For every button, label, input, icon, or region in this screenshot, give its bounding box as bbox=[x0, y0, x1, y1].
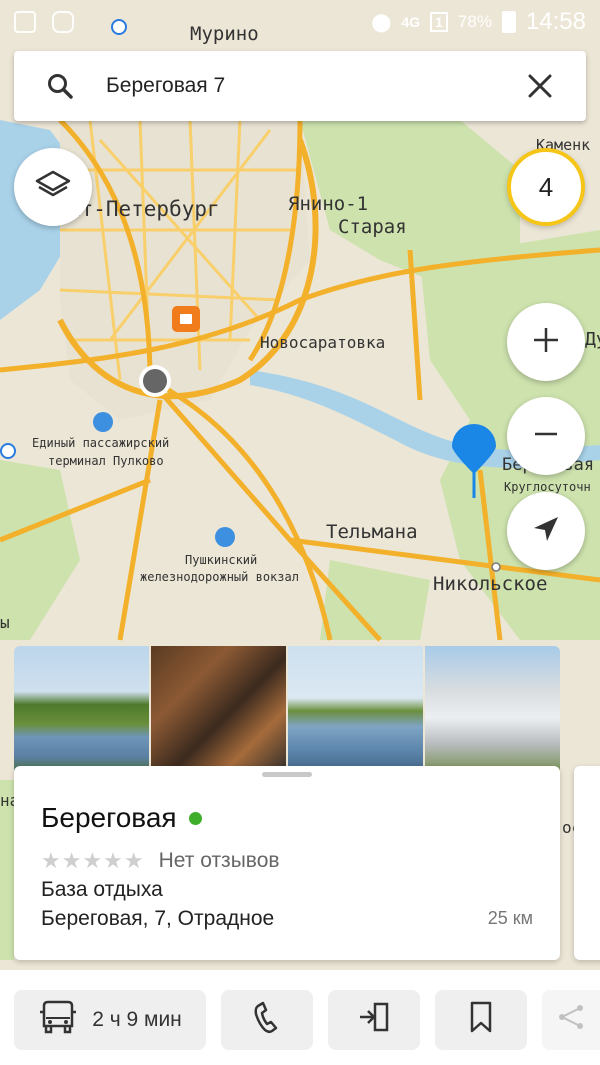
label-dub: Дуб bbox=[585, 329, 600, 350]
rating-stars: ★★★★★ bbox=[41, 848, 145, 873]
bookmark-button[interactable] bbox=[435, 990, 527, 1050]
reviews-count: Нет отзывов bbox=[158, 849, 280, 872]
place-distance: 25 км bbox=[487, 908, 533, 928]
network-type: 4G bbox=[401, 14, 421, 30]
label-telmana: Тельмана bbox=[326, 521, 418, 543]
next-card-peek[interactable] bbox=[574, 766, 600, 960]
car-icon bbox=[38, 1000, 78, 1040]
zoom-out-button[interactable] bbox=[507, 397, 585, 475]
place-category: База отдыха bbox=[41, 878, 163, 901]
rating[interactable]: ★★★★★ Нет отзывов bbox=[41, 848, 280, 874]
location-icon: ⬤ bbox=[371, 11, 392, 32]
label-yanino: Янино-1 bbox=[288, 193, 368, 215]
label-pushkin-2: железнодорожный вокзал bbox=[140, 570, 299, 584]
instagram-icon bbox=[52, 11, 74, 33]
layers-button[interactable] bbox=[14, 148, 92, 226]
label-staraya: Старая bbox=[338, 216, 407, 238]
status-bar-notifications bbox=[14, 11, 74, 33]
photo-embankment[interactable] bbox=[288, 646, 423, 776]
sim-indicator: 1 bbox=[430, 12, 448, 32]
phone-icon bbox=[253, 1000, 281, 1040]
label-nikolskoe: Никольское bbox=[433, 573, 547, 595]
battery-icon bbox=[501, 11, 516, 33]
label-edge-left: ы bbox=[0, 613, 10, 632]
status-bar: ⬤ 4G 1 78% 14:58 bbox=[0, 0, 600, 44]
entrance-icon bbox=[357, 1000, 391, 1040]
photo-lake-tree[interactable] bbox=[14, 646, 149, 776]
route-duration: 2 ч 9 мин bbox=[92, 1008, 182, 1031]
search-input[interactable]: Береговая 7 bbox=[106, 74, 494, 98]
call-button[interactable] bbox=[221, 990, 313, 1050]
label-novosaratovka: Новосаратовка bbox=[260, 333, 385, 352]
photo-building[interactable] bbox=[425, 646, 560, 776]
action-bar: 2 ч 9 мин bbox=[0, 970, 600, 1065]
place-title: Береговая bbox=[41, 802, 202, 834]
place-photos[interactable] bbox=[14, 646, 560, 776]
close-icon[interactable] bbox=[494, 74, 586, 98]
search-icon[interactable] bbox=[14, 73, 106, 99]
zoom-in-button[interactable] bbox=[507, 303, 585, 381]
layers-icon bbox=[35, 169, 71, 206]
plus-icon bbox=[531, 325, 561, 360]
label-airport-2: терминал Пулково bbox=[48, 454, 164, 468]
results-count-badge[interactable]: 4 bbox=[507, 148, 585, 226]
search-bar[interactable]: Береговая 7 bbox=[14, 51, 586, 121]
entrance-button[interactable] bbox=[328, 990, 420, 1050]
place-address: Береговая, 7, Отрадное bbox=[41, 907, 275, 930]
place-card[interactable]: Береговая ★★★★★ Нет отзывов База отдыха … bbox=[14, 766, 560, 960]
share-icon bbox=[556, 1002, 586, 1038]
photo-terrace-chairs[interactable] bbox=[151, 646, 286, 776]
drag-handle[interactable] bbox=[262, 772, 312, 777]
place-name: Береговая bbox=[41, 802, 177, 833]
share-button[interactable] bbox=[542, 990, 600, 1050]
clock: 14:58 bbox=[525, 8, 586, 35]
label-airport: Единый пассажирский bbox=[32, 436, 169, 450]
battery-percent: 78% bbox=[457, 12, 492, 31]
open-status-dot bbox=[188, 811, 202, 825]
locate-me-button[interactable] bbox=[507, 492, 585, 570]
route-button[interactable]: 2 ч 9 мин bbox=[14, 990, 206, 1050]
label-pushkin: Пушкинский bbox=[185, 553, 257, 567]
navigation-arrow-icon bbox=[532, 515, 560, 548]
bookmark-icon bbox=[468, 1000, 494, 1040]
gallery-icon bbox=[14, 11, 36, 33]
status-bar-system: ⬤ 4G 1 78% 14:58 bbox=[371, 0, 586, 44]
minus-icon bbox=[531, 419, 561, 454]
